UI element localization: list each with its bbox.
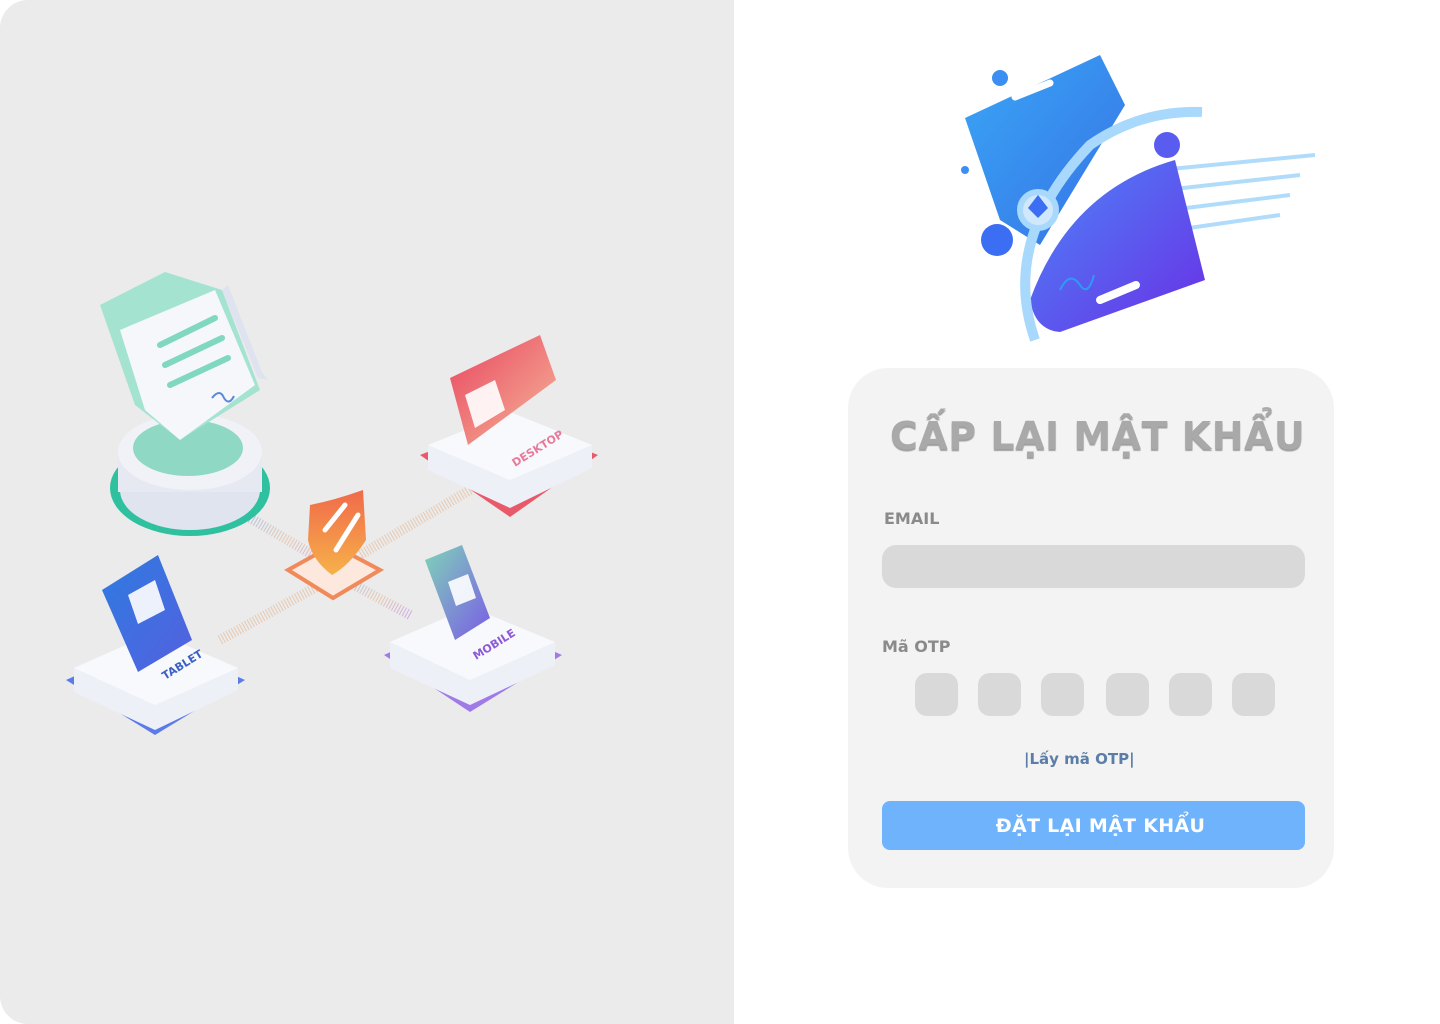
otp-digit-3[interactable]: [1041, 673, 1084, 716]
email-label: EMAIL: [884, 509, 940, 528]
otp-digit-5[interactable]: [1169, 673, 1212, 716]
reset-password-button[interactable]: ĐẶT LẠI MẬT KHẨU: [882, 801, 1305, 850]
multi-device-signing-illustration: DESKTOP TABLET MOBILE: [66, 272, 598, 735]
illustration-panel: DESKTOP TABLET MOBILE: [0, 0, 734, 1024]
otp-digit-2[interactable]: [978, 673, 1021, 716]
otp-digit-4[interactable]: [1106, 673, 1149, 716]
otp-input-group: [0, 673, 1440, 717]
otp-label: Mã OTP: [882, 637, 951, 656]
signing-devices-logo: [961, 55, 1316, 342]
page-title: CẤP LẠI MẬT KHẨU: [890, 414, 1306, 458]
email-field[interactable]: [882, 545, 1305, 588]
document-platform-icon: [100, 272, 270, 536]
get-otp-link[interactable]: |Lấy mã OTP|: [1024, 750, 1135, 768]
otp-digit-1[interactable]: [915, 673, 958, 716]
otp-digit-6[interactable]: [1232, 673, 1275, 716]
